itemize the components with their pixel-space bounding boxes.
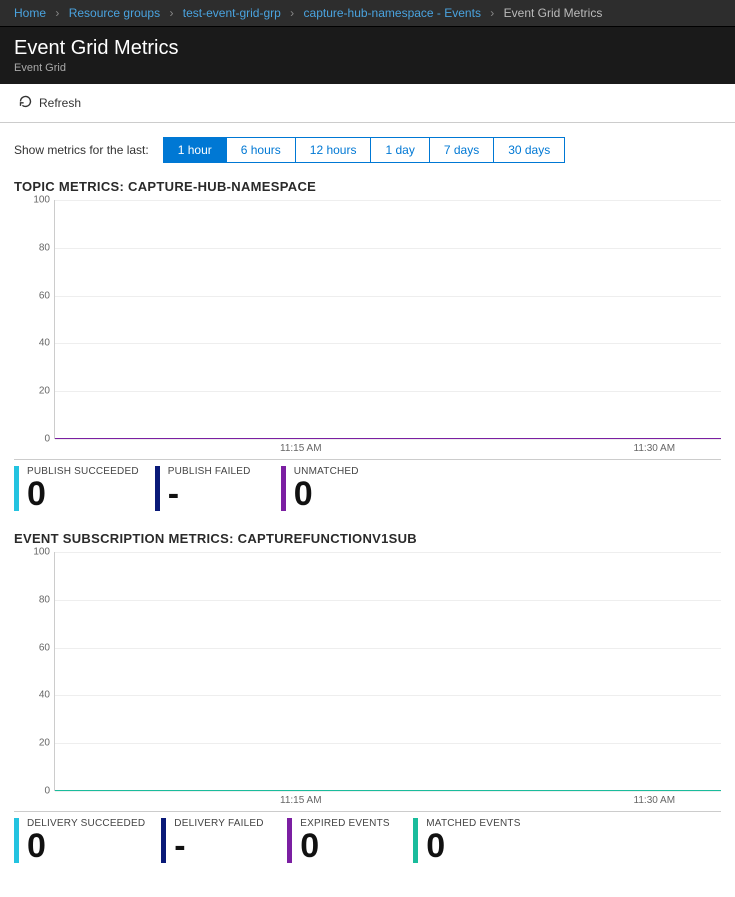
- legend-value: 0: [300, 829, 397, 863]
- legend-expired-events[interactable]: EXPIRED EVENTS 0: [287, 818, 397, 863]
- chart-x-axis: 11:15 AM 11:30 AM: [54, 791, 721, 811]
- time-tab-12h[interactable]: 12 hours: [296, 138, 372, 162]
- chart-y-tick: 60: [14, 642, 50, 653]
- subscription-metrics-chart[interactable]: 020406080100 11:15 AM11:30 AM: [14, 552, 721, 812]
- chart-y-tick: 40: [14, 338, 50, 349]
- topic-metrics-legend: PUBLISH SUCCEEDED 0 PUBLISH FAILED - UNM…: [14, 466, 721, 511]
- legend-value: 0: [27, 477, 139, 511]
- legend-label: DELIVERY FAILED: [174, 818, 271, 829]
- chart-gridline: [55, 296, 721, 297]
- chart-y-axis: 020406080100: [14, 200, 54, 439]
- chart-gridline: [55, 343, 721, 344]
- chart-y-tick: 40: [14, 690, 50, 701]
- breadcrumb: Home › Resource groups › test-event-grid…: [0, 0, 735, 27]
- legend-label: PUBLISH FAILED: [168, 466, 265, 477]
- chart-gridline: [55, 743, 721, 744]
- chart-plot: [54, 552, 721, 791]
- chart-y-tick: 100: [14, 195, 50, 206]
- chart-y-tick: 0: [14, 786, 50, 797]
- chart-gridline: [55, 695, 721, 696]
- time-tab-1d[interactable]: 1 day: [371, 138, 429, 162]
- legend-value: 0: [294, 477, 391, 511]
- page-header: Event Grid Metrics Event Grid: [0, 27, 735, 84]
- refresh-icon: [18, 94, 33, 112]
- chart-gridline: [55, 648, 721, 649]
- refresh-button[interactable]: Refresh: [14, 92, 85, 114]
- topic-metrics-title: TOPIC METRICS: CAPTURE-HUB-NAMESPACE: [14, 179, 721, 194]
- legend-delivery-succeeded[interactable]: DELIVERY SUCCEEDED 0: [14, 818, 145, 863]
- chart-gridline: [55, 391, 721, 392]
- chart-gridline: [55, 248, 721, 249]
- page-subtitle: Event Grid: [14, 62, 721, 74]
- breadcrumb-resource-groups[interactable]: Resource groups: [69, 6, 160, 20]
- chart-y-tick: 80: [14, 594, 50, 605]
- page-title: Event Grid Metrics: [14, 37, 721, 60]
- time-filter-label: Show metrics for the last:: [14, 143, 149, 157]
- time-range-tabs: 1 hour 6 hours 12 hours 1 day 7 days 30 …: [163, 137, 566, 163]
- breadcrumb-sep: ›: [290, 6, 294, 20]
- chart-x-tick: 11:30 AM: [634, 443, 676, 454]
- breadcrumb-group[interactable]: test-event-grid-grp: [183, 6, 281, 20]
- chart-y-tick: 100: [14, 547, 50, 558]
- toolbar: Refresh: [0, 84, 735, 123]
- legend-value: -: [168, 477, 265, 511]
- breadcrumb-current: Event Grid Metrics: [504, 6, 603, 20]
- chart-x-tick: 11:15 AM: [280, 443, 322, 454]
- breadcrumb-sep: ›: [490, 6, 494, 20]
- legend-value: 0: [27, 829, 145, 863]
- legend-value: 0: [426, 829, 523, 863]
- time-tab-1h[interactable]: 1 hour: [164, 138, 227, 162]
- breadcrumb-sep: ›: [55, 6, 59, 20]
- time-tab-30d[interactable]: 30 days: [494, 138, 564, 162]
- chart-x-tick: 11:30 AM: [634, 795, 676, 806]
- chart-y-tick: 20: [14, 386, 50, 397]
- chart-gridline: [55, 552, 721, 553]
- legend-unmatched[interactable]: UNMATCHED 0: [281, 466, 391, 511]
- legend-matched-events[interactable]: MATCHED EVENTS 0: [413, 818, 523, 863]
- time-tab-6h[interactable]: 6 hours: [227, 138, 296, 162]
- refresh-label: Refresh: [39, 96, 81, 110]
- chart-gridline: [55, 600, 721, 601]
- chart-plot: [54, 200, 721, 439]
- topic-metrics-chart[interactable]: 020406080100 11:15 AM11:30 AM: [14, 200, 721, 460]
- subscription-metrics-legend: DELIVERY SUCCEEDED 0 DELIVERY FAILED - E…: [14, 818, 721, 863]
- time-filter-row: Show metrics for the last: 1 hour 6 hour…: [14, 137, 721, 163]
- legend-publish-succeeded[interactable]: PUBLISH SUCCEEDED 0: [14, 466, 139, 511]
- legend-value: -: [174, 829, 271, 863]
- chart-y-tick: 20: [14, 738, 50, 749]
- chart-y-tick: 60: [14, 290, 50, 301]
- breadcrumb-namespace-events[interactable]: capture-hub-namespace - Events: [304, 6, 481, 20]
- subscription-metrics-title: EVENT SUBSCRIPTION METRICS: CAPTUREFUNCT…: [14, 531, 721, 546]
- breadcrumb-home[interactable]: Home: [14, 6, 46, 20]
- time-tab-7d[interactable]: 7 days: [430, 138, 494, 162]
- chart-x-tick: 11:15 AM: [280, 795, 322, 806]
- legend-delivery-failed[interactable]: DELIVERY FAILED -: [161, 818, 271, 863]
- chart-y-tick: 0: [14, 434, 50, 445]
- chart-gridline: [55, 200, 721, 201]
- legend-publish-failed[interactable]: PUBLISH FAILED -: [155, 466, 265, 511]
- breadcrumb-sep: ›: [169, 6, 173, 20]
- chart-y-axis: 020406080100: [14, 552, 54, 791]
- content: Show metrics for the last: 1 hour 6 hour…: [0, 123, 735, 897]
- chart-x-axis: 11:15 AM 11:30 AM: [54, 439, 721, 459]
- chart-y-tick: 80: [14, 242, 50, 253]
